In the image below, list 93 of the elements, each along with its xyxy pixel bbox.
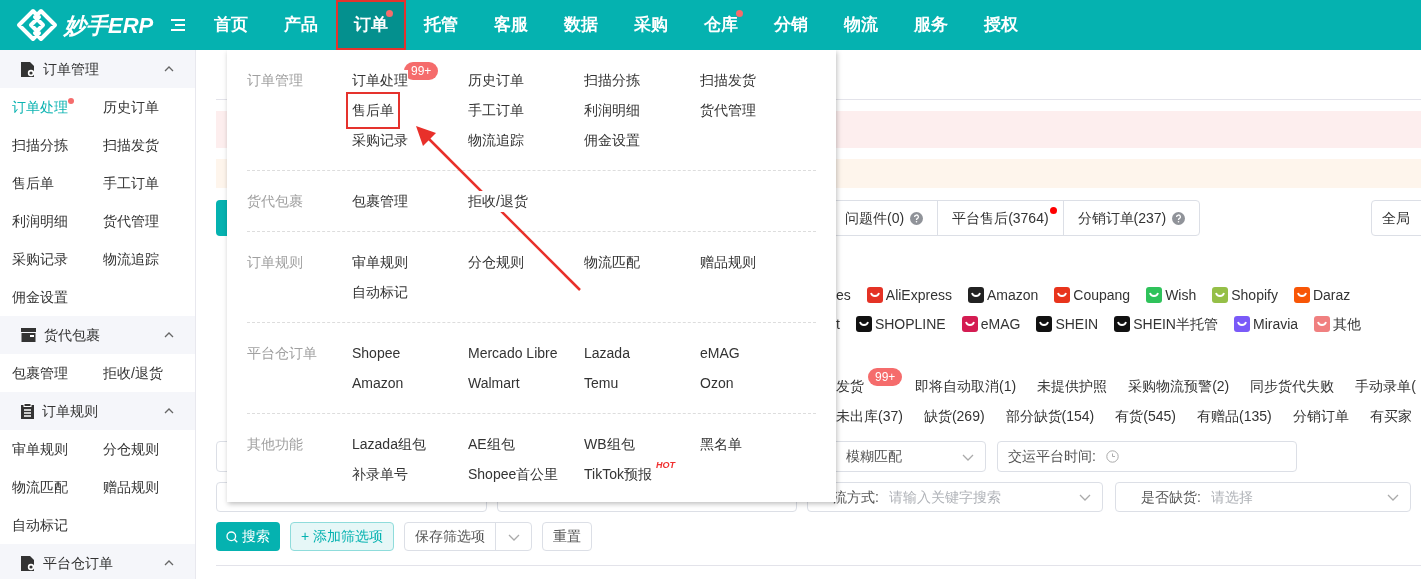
filter-option[interactable]: 手动录单( (1355, 375, 1416, 397)
filter-option[interactable]: 有赠品(135) (1196, 405, 1272, 427)
logo-icon (15, 7, 59, 43)
nav-tab[interactable]: 订单 (336, 0, 406, 50)
filter-option[interactable]: 即将自动取消(1) (915, 375, 1017, 397)
platform-filter[interactable]: Shopify (1211, 284, 1278, 306)
sidebar-item[interactable]: 审单规则 (12, 438, 68, 460)
field-label: 是否缺货: (1141, 487, 1201, 507)
platform-filter[interactable]: Daraz (1292, 284, 1351, 306)
sidebar-item[interactable]: 售后单 (12, 172, 54, 194)
sidebar-item[interactable]: 扫描分拣 (12, 134, 68, 156)
platform-filter[interactable]: Wish (1145, 284, 1197, 306)
platform-filter[interactable]: SHOPLINE (854, 313, 946, 335)
filter-option[interactable]: 部分缺货(154) (1005, 405, 1095, 427)
sidebar-group-header[interactable]: 订单规则 (0, 392, 195, 430)
logo-icon (1053, 286, 1072, 304)
scope-button[interactable]: 全局 (1371, 200, 1421, 236)
sidebar-item[interactable]: 拒收/退货 (103, 362, 163, 384)
order-tab[interactable]: 问题件(0) (829, 201, 938, 235)
logo-icon (1035, 315, 1054, 333)
menu-section-title: 其他功能 (247, 435, 304, 454)
menu-section-title: 订单管理 (247, 71, 304, 90)
sidebar-item[interactable]: 手工订单 (103, 172, 159, 194)
filter-option[interactable]: 同步货代失败 (1250, 375, 1335, 397)
sidebar-item[interactable]: 物流追踪 (103, 248, 159, 270)
package-icon (20, 327, 37, 343)
logo-icon (1292, 286, 1311, 304)
sidebar-item[interactable]: 分仓规则 (103, 438, 159, 460)
count-badge: 99+ (868, 367, 903, 386)
sidebar-group-title: 货代包裹 (44, 325, 101, 345)
platform-filter[interactable]: AliExpress (865, 284, 952, 306)
sidebar-group-header[interactable]: 货代包裹 (0, 316, 195, 354)
platform-filter[interactable]: SHEIN (1035, 313, 1099, 335)
logo-icon (1113, 315, 1132, 333)
sidebar-item[interactable]: 采购记录 (12, 248, 68, 270)
logo-icon (865, 286, 884, 304)
date-field[interactable]: 交运平台时间: (997, 441, 1297, 472)
menu-icon[interactable] (170, 18, 186, 32)
logo-icon (1145, 286, 1164, 304)
logo-icon (1313, 315, 1332, 333)
sidebar-item[interactable]: 扫描发货 (103, 134, 159, 156)
sidebar-item[interactable]: 历史订单 (103, 96, 159, 118)
platform-label: t (836, 314, 840, 334)
platform-filter[interactable]: Miravia (1233, 313, 1299, 335)
sidebar-item[interactable]: 自动标记 (12, 514, 68, 536)
filter-option[interactable]: 缺货(269) (923, 405, 985, 427)
filter-option[interactable]: 未出库(37) (836, 405, 903, 427)
text-input[interactable]: 请选择 (1210, 486, 1386, 508)
app-logo-text: 妙手ERP (64, 11, 154, 40)
sidebar-item[interactable]: 包裹管理 (12, 362, 68, 384)
platform-filter[interactable]: Amazon (966, 284, 1039, 306)
filter-option[interactable]: 采购物流预警(2) (1128, 375, 1230, 397)
search-icon (226, 530, 238, 543)
reset-button[interactable]: 重置 (542, 522, 593, 551)
platform-filter[interactable]: SHEIN半托管 (1113, 313, 1218, 335)
logo-icon (1211, 286, 1230, 304)
save-filter-button[interactable]: 保存筛选项 (404, 522, 533, 551)
menu-section-title: 订单规则 (247, 253, 304, 272)
clipboard-icon (20, 402, 35, 420)
menu-item[interactable]: 售后单 (346, 91, 400, 129)
sidebar-group-title: 订单管理 (43, 59, 100, 79)
logo-icon (966, 286, 985, 304)
menu-section-title: 平台仓订单 (247, 344, 318, 363)
filter-option[interactable]: 有买家 (1369, 405, 1412, 427)
text-input[interactable]: 请输入关键字搜索 (888, 486, 1078, 508)
platform-label: es (836, 285, 851, 305)
document-gear-icon (20, 60, 36, 78)
filter-option[interactable]: 分销订单 (1292, 405, 1349, 427)
menu-item[interactable]: 拒收/退货 (468, 190, 528, 212)
sidebar-item[interactable]: 货代管理 (103, 210, 159, 232)
platform-filter[interactable]: eMAG (960, 313, 1021, 335)
clock-icon (1105, 450, 1119, 463)
filter-option[interactable]: 有货(545) (1115, 405, 1176, 427)
platform-filter[interactable]: 其他 (1313, 313, 1362, 335)
order-tab[interactable]: 分销订单(237) (1062, 201, 1200, 235)
document-gear-icon (20, 554, 36, 572)
menu-section-title: 货代包裹 (247, 192, 304, 211)
logo-icon (1233, 315, 1251, 333)
sidebar-group-header[interactable]: 订单管理 (0, 50, 195, 88)
sidebar-item[interactable]: 物流匹配 (12, 476, 68, 498)
sidebar-group-title: 订单规则 (42, 401, 99, 421)
sidebar-group-title: 平台仓订单 (43, 553, 114, 573)
logo-icon (960, 315, 979, 333)
hot-label: HOT (656, 459, 675, 472)
sidebar-item[interactable]: 利润明细 (12, 210, 68, 232)
order-tab[interactable]: 平台售后(3764) (937, 201, 1063, 235)
sidebar-group-header[interactable]: 平台仓订单 (0, 544, 195, 579)
sidebar-item[interactable]: 佣金设置 (12, 286, 68, 308)
select-field[interactable]: 是否缺货: 请选择 (1115, 482, 1411, 512)
filter-option[interactable]: 未提供护照 (1037, 375, 1108, 397)
logo-icon (854, 315, 873, 333)
platform-filter[interactable]: Coupang (1053, 284, 1131, 306)
sidebar-item[interactable]: 赠品规则 (103, 476, 159, 498)
